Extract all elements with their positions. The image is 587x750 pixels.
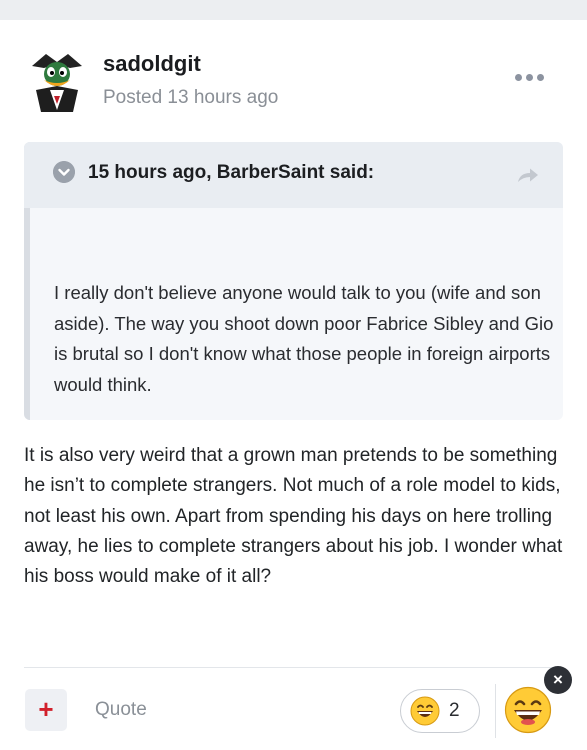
post-timestamp[interactable]: Posted 13 hours ago [103, 87, 278, 109]
top-band [0, 0, 587, 20]
reaction-separator [495, 684, 496, 738]
author-avatar[interactable] [26, 46, 88, 114]
footer-divider [24, 667, 563, 668]
chevron-down-icon[interactable] [53, 161, 75, 183]
reaction-count: 2 [449, 700, 460, 721]
quote-text: I really don't believe anyone would talk… [54, 282, 554, 395]
quote-button[interactable]: Quote [95, 699, 147, 721]
grinning-face-icon[interactable] [504, 686, 552, 734]
author-name[interactable]: sadoldgit [103, 51, 201, 77]
quote-block: 15 hours ago, BarberSaint said: I really… [24, 142, 563, 420]
grinning-face-icon [410, 696, 440, 726]
add-icon[interactable]: + [25, 689, 67, 731]
share-arrow-icon[interactable] [517, 167, 539, 183]
post-content: It is also very weird that a grown man p… [24, 445, 563, 588]
quote-attribution[interactable]: 15 hours ago, BarberSaint said: [88, 162, 374, 184]
close-icon[interactable]: × [544, 666, 572, 694]
ellipsis-icon[interactable] [515, 70, 545, 84]
quote-header: 15 hours ago, BarberSaint said: [24, 142, 563, 208]
reaction-summary[interactable]: 2 [400, 689, 480, 733]
